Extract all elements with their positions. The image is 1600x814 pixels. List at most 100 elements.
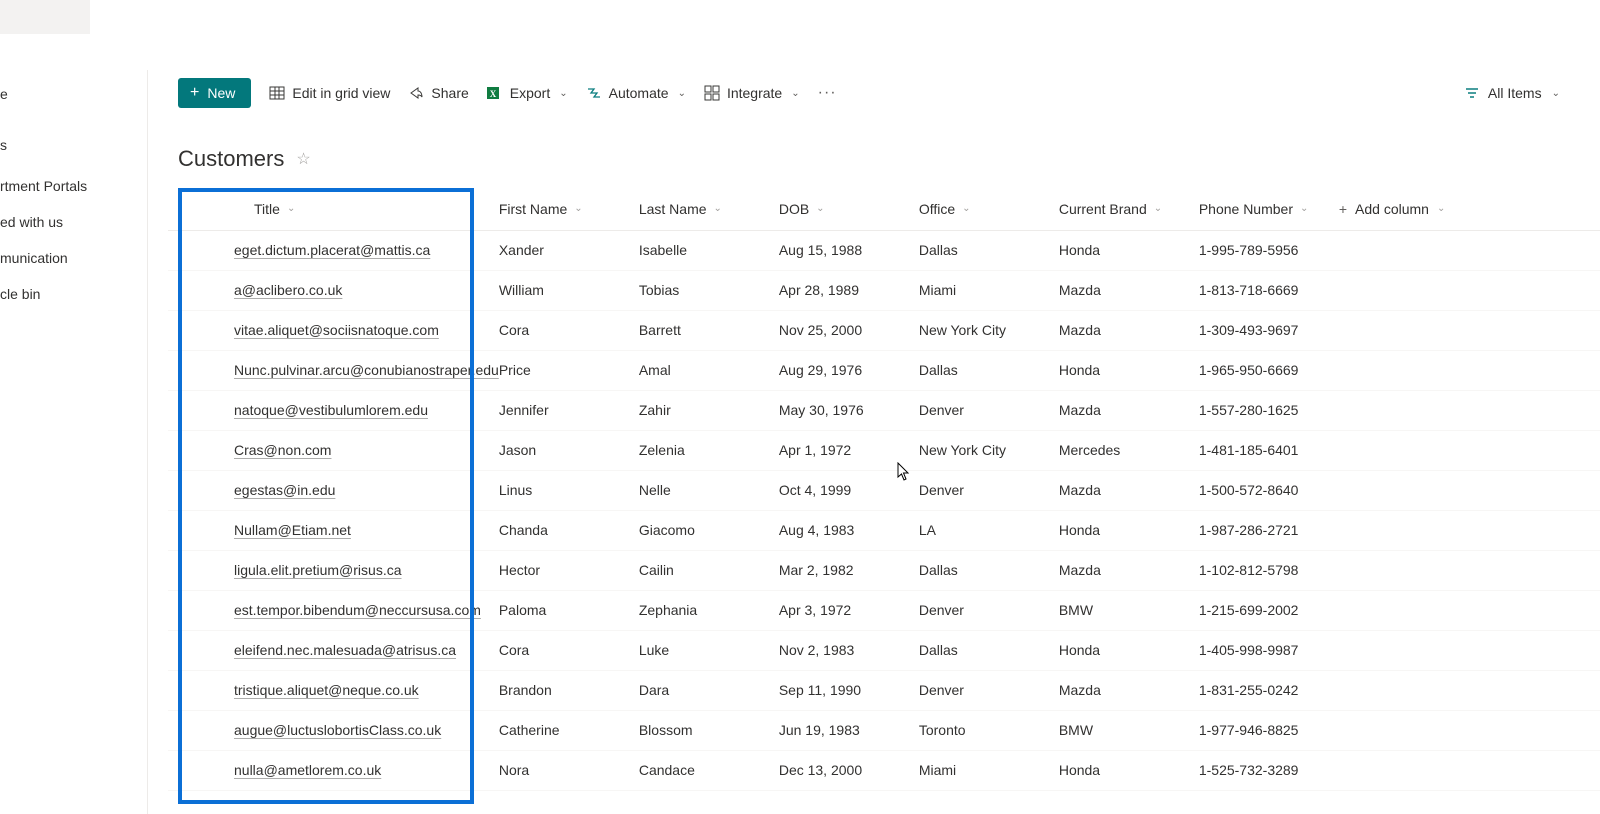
- table-row[interactable]: natoque@vestibulumlorem.eduJenniferZahir…: [168, 390, 1600, 430]
- left-nav: e s rtment Portals ed with us munication…: [0, 70, 148, 814]
- cell-brand: Honda: [1059, 750, 1199, 790]
- table-row[interactable]: a@aclibero.co.ukWilliamTobiasApr 28, 198…: [168, 270, 1600, 310]
- cell-first-name: Nora: [499, 750, 639, 790]
- cell-phone: 1-831-255-0242: [1199, 670, 1339, 710]
- cell-dob: Aug 29, 1976: [779, 350, 919, 390]
- share-label: Share: [431, 85, 468, 101]
- cell-title[interactable]: a@aclibero.co.uk: [208, 270, 499, 310]
- share-button[interactable]: Share: [408, 85, 468, 101]
- chevron-down-icon: ⌄: [1154, 203, 1162, 214]
- col-header-first-name[interactable]: First Name⌄: [499, 188, 639, 230]
- cell-dob: Apr 1, 1972: [779, 430, 919, 470]
- table-row[interactable]: nulla@ametlorem.co.ukNoraCandaceDec 13, …: [168, 750, 1600, 790]
- col-header-phone[interactable]: Phone Number⌄: [1199, 188, 1339, 230]
- cell-first-name: Hector: [499, 550, 639, 590]
- chevron-down-icon: ⌄: [791, 88, 799, 99]
- col-header-add[interactable]: + Add column ⌄: [1339, 188, 1600, 230]
- cell-brand: Mercedes: [1059, 430, 1199, 470]
- customers-table: Title⌄ First Name⌄ Last Name⌄ DOB⌄ Offic…: [168, 188, 1600, 791]
- new-button-label: New: [207, 85, 235, 101]
- table-row[interactable]: eget.dictum.placerat@mattis.caXanderIsab…: [168, 230, 1600, 270]
- cell-office: Miami: [919, 270, 1059, 310]
- table-wrap: Title⌄ First Name⌄ Last Name⌄ DOB⌄ Offic…: [168, 188, 1600, 791]
- cell-brand: Mazda: [1059, 470, 1199, 510]
- automate-button[interactable]: Automate ⌄: [586, 85, 686, 101]
- nav-item[interactable]: e: [0, 86, 147, 127]
- cell-office: Denver: [919, 590, 1059, 630]
- table-row[interactable]: Cras@non.comJasonZeleniaApr 1, 1972New Y…: [168, 430, 1600, 470]
- cell-title[interactable]: Nunc.pulvinar.arcu@conubianostraper.edu: [208, 350, 499, 390]
- cell-dob: Mar 2, 1982: [779, 550, 919, 590]
- cell-last-name: Zelenia: [639, 430, 779, 470]
- cell-office: Dallas: [919, 630, 1059, 670]
- cell-dob: May 30, 1976: [779, 390, 919, 430]
- more-actions[interactable]: ···: [818, 84, 837, 102]
- favorite-star-icon[interactable]: ☆: [296, 149, 310, 169]
- col-header-title[interactable]: Title⌄: [208, 188, 499, 230]
- cell-last-name: Zephania: [639, 590, 779, 630]
- cell-title[interactable]: natoque@vestibulumlorem.edu: [208, 390, 499, 430]
- cell-phone: 1-987-286-2721: [1199, 510, 1339, 550]
- cell-office: Denver: [919, 670, 1059, 710]
- nav-item[interactable]: rtment Portals: [0, 168, 147, 204]
- col-header-office[interactable]: Office⌄: [919, 188, 1059, 230]
- cell-title[interactable]: eget.dictum.placerat@mattis.ca: [208, 230, 499, 270]
- cell-last-name: Luke: [639, 630, 779, 670]
- cell-title[interactable]: est.tempor.bibendum@neccursusa.com: [208, 590, 499, 630]
- new-button[interactable]: + New: [178, 78, 251, 108]
- plus-icon: +: [190, 85, 199, 101]
- col-header-current-brand[interactable]: Current Brand⌄: [1059, 188, 1199, 230]
- table-row[interactable]: vitae.aliquet@sociisnatoque.comCoraBarre…: [168, 310, 1600, 350]
- cell-brand: Mazda: [1059, 310, 1199, 350]
- table-row[interactable]: augue@luctuslobortisClass.co.ukCatherine…: [168, 710, 1600, 750]
- cell-title[interactable]: egestas@in.edu: [208, 470, 499, 510]
- col-header-dob[interactable]: DOB⌄: [779, 188, 919, 230]
- list-view-icon: [1464, 85, 1480, 101]
- table-row[interactable]: est.tempor.bibendum@neccursusa.comPaloma…: [168, 590, 1600, 630]
- cell-office: Miami: [919, 750, 1059, 790]
- cell-title[interactable]: eleifend.nec.malesuada@atrisus.ca: [208, 630, 499, 670]
- cell-title[interactable]: tristique.aliquet@neque.co.uk: [208, 670, 499, 710]
- cell-last-name: Blossom: [639, 710, 779, 750]
- cell-title[interactable]: Nullam@Etiam.net: [208, 510, 499, 550]
- table-row[interactable]: Nunc.pulvinar.arcu@conubianostraper.eduP…: [168, 350, 1600, 390]
- cell-last-name: Giacomo: [639, 510, 779, 550]
- chevron-down-icon: ⌄: [714, 203, 722, 214]
- cell-first-name: Catherine: [499, 710, 639, 750]
- table-row[interactable]: ligula.elit.pretium@risus.caHectorCailin…: [168, 550, 1600, 590]
- cell-title[interactable]: augue@luctuslobortisClass.co.uk: [208, 710, 499, 750]
- header-placeholder: [0, 0, 90, 34]
- cell-title[interactable]: Cras@non.com: [208, 430, 499, 470]
- table-row[interactable]: egestas@in.eduLinusNelleOct 4, 1999Denve…: [168, 470, 1600, 510]
- table-row[interactable]: eleifend.nec.malesuada@atrisus.caCoraLuk…: [168, 630, 1600, 670]
- cell-dob: Oct 4, 1999: [779, 470, 919, 510]
- edit-grid-button[interactable]: Edit in grid view: [269, 85, 390, 101]
- nav-item[interactable]: munication: [0, 240, 147, 276]
- view-switcher[interactable]: All Items ⌄: [1464, 85, 1570, 101]
- export-label: Export: [510, 85, 550, 101]
- cell-title[interactable]: vitae.aliquet@sociisnatoque.com: [208, 310, 499, 350]
- chevron-down-icon: ⌄: [1300, 203, 1308, 214]
- export-button[interactable]: X Export ⌄: [487, 85, 568, 101]
- table-header-row: Title⌄ First Name⌄ Last Name⌄ DOB⌄ Offic…: [168, 188, 1600, 230]
- cell-office: New York City: [919, 310, 1059, 350]
- cell-title[interactable]: nulla@ametlorem.co.uk: [208, 750, 499, 790]
- integrate-button[interactable]: Integrate ⌄: [704, 85, 800, 101]
- chevron-down-icon: ⌄: [1437, 203, 1445, 214]
- cell-first-name: Xander: [499, 230, 639, 270]
- nav-item[interactable]: cle bin: [0, 276, 147, 312]
- col-header-last-name[interactable]: Last Name⌄: [639, 188, 779, 230]
- cell-brand: Honda: [1059, 350, 1199, 390]
- nav-item[interactable]: ed with us: [0, 204, 147, 240]
- cell-first-name: Cora: [499, 310, 639, 350]
- table-row[interactable]: Nullam@Etiam.netChandaGiacomoAug 4, 1983…: [168, 510, 1600, 550]
- nav-item[interactable]: s: [0, 127, 147, 168]
- cell-office: Dallas: [919, 230, 1059, 270]
- cell-last-name: Cailin: [639, 550, 779, 590]
- cell-dob: Apr 3, 1972: [779, 590, 919, 630]
- chevron-down-icon: ⌄: [962, 203, 970, 214]
- table-row[interactable]: tristique.aliquet@neque.co.ukBrandonDara…: [168, 670, 1600, 710]
- cell-phone: 1-102-812-5798: [1199, 550, 1339, 590]
- flow-icon: [586, 85, 602, 101]
- cell-title[interactable]: ligula.elit.pretium@risus.ca: [208, 550, 499, 590]
